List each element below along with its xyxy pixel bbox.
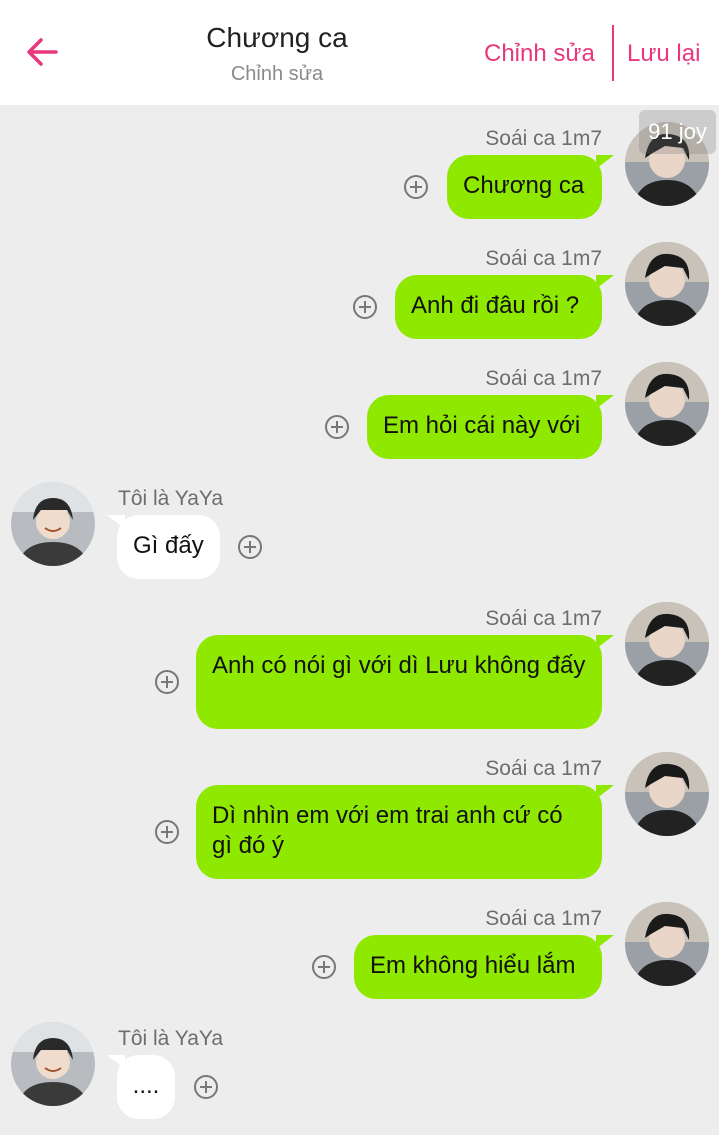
save-button[interactable]: Lưu lại [627, 40, 700, 68]
add-reaction-icon[interactable] [311, 954, 337, 980]
watermark: 91 joy [639, 110, 716, 154]
message-text: Dì nhìn em với em trai anh cứ có gì đó ý [212, 802, 563, 859]
message-bubble[interactable]: Dì nhìn em với em trai anh cứ có gì đó ý [196, 785, 602, 879]
message-text: Anh đi đâu rồi ? [411, 292, 580, 319]
chat-subtitle: Chỉnh sửa [230, 63, 324, 85]
add-reaction-icon[interactable] [193, 1074, 219, 1100]
sender-name: Soái ca 1m7 [485, 367, 602, 390]
bubble-tail [596, 785, 614, 799]
message-text: Em hỏi cái này với [383, 412, 581, 439]
sender-name: Tôi là YaYa [118, 1027, 224, 1050]
avatar-soai-ca[interactable] [625, 602, 709, 686]
bubble-tail [596, 155, 614, 169]
avatar-soai-ca[interactable] [625, 242, 709, 326]
message-bubble[interactable]: Chương ca [447, 155, 602, 219]
add-reaction-icon[interactable] [154, 669, 180, 695]
bubble-tail [107, 1055, 125, 1069]
sender-name: Soái ca 1m7 [485, 607, 602, 630]
header-divider [612, 25, 614, 81]
edit-button[interactable]: Chỉnh sửa [484, 40, 595, 68]
add-reaction-icon[interactable] [324, 414, 350, 440]
add-reaction-icon[interactable] [154, 819, 180, 845]
message-text: Chương ca [463, 172, 585, 199]
avatar-soai-ca[interactable] [625, 752, 709, 836]
message-bubble[interactable]: Em hỏi cái này với [367, 395, 602, 459]
bubble-tail [107, 515, 125, 529]
sender-name: Soái ca 1m7 [485, 247, 602, 270]
add-reaction-icon[interactable] [403, 174, 429, 200]
message-bubble[interactable]: Gì đấy [117, 515, 220, 579]
sender-name: Tôi là YaYa [118, 487, 224, 510]
sender-name: Soái ca 1m7 [485, 127, 602, 150]
message-text: Gì đấy [133, 532, 204, 559]
bubble-tail [596, 935, 614, 949]
avatar-yaya[interactable] [11, 482, 95, 566]
message-bubble[interactable]: Anh có nói gì với dì Lưu không đấy [196, 635, 602, 729]
message-text: .... [132, 1072, 160, 1099]
avatar-soai-ca[interactable] [625, 362, 709, 446]
bubble-tail [596, 395, 614, 409]
top-bar: Chương ca Chỉnh sửa Chỉnh sửa Lưu lại [0, 0, 719, 105]
add-reaction-icon[interactable] [352, 294, 378, 320]
sender-name: Soái ca 1m7 [485, 907, 602, 930]
message-bubble[interactable]: .... [117, 1055, 175, 1119]
bubble-tail [596, 635, 614, 649]
chat-title: Chương ca [206, 22, 348, 53]
add-reaction-icon[interactable] [237, 534, 263, 560]
message-bubble[interactable]: Em không hiểu lắm [354, 935, 602, 999]
message-text: Em không hiểu lắm [370, 952, 576, 979]
avatar-yaya[interactable] [11, 1022, 95, 1106]
sender-name: Soái ca 1m7 [485, 757, 602, 780]
message-text: Anh có nói gì với dì Lưu không đấy [212, 652, 586, 679]
bubble-tail [596, 275, 614, 289]
message-bubble[interactable]: Anh đi đâu rồi ? [395, 275, 602, 339]
avatar-soai-ca[interactable] [625, 902, 709, 986]
